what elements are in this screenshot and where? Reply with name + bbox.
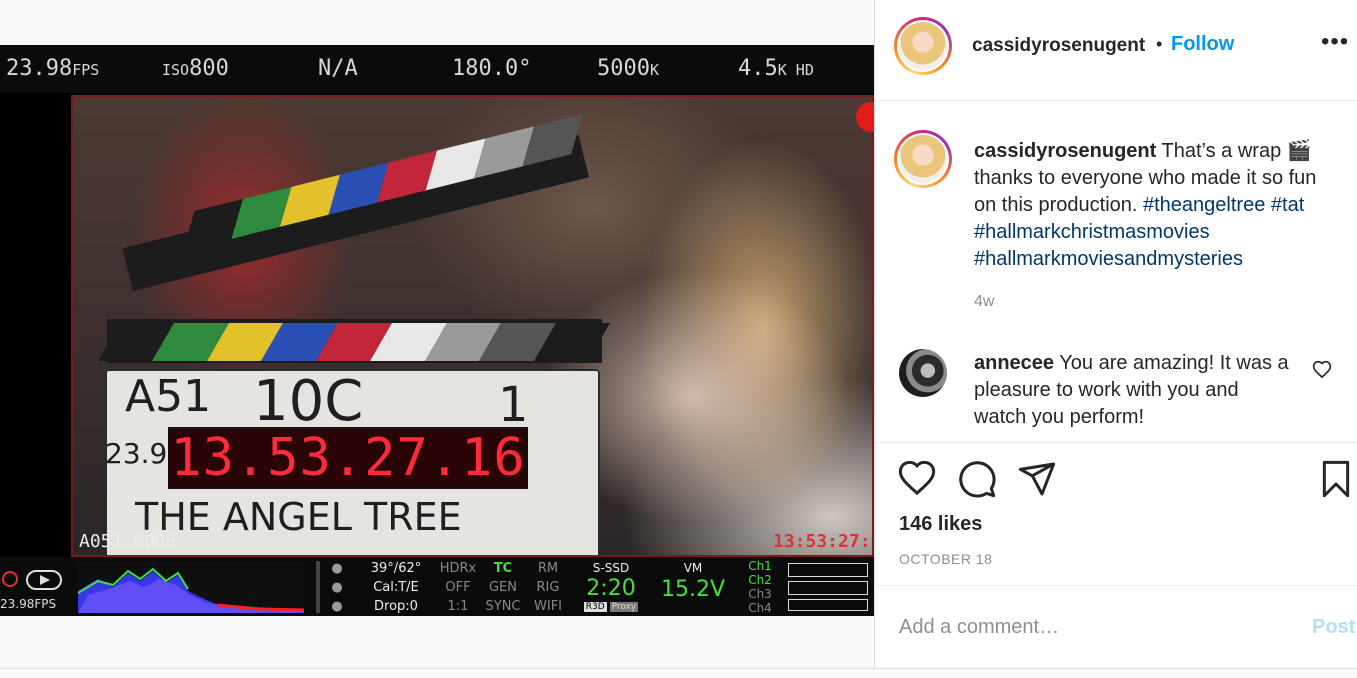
status-cal: Cal:T/E: [373, 580, 419, 595]
status-ch2: Ch2: [748, 573, 772, 587]
camera-status-bar: 23.98FPS ● ● ● 39°/62° Cal:T/E Drop:0 HDRx…: [0, 557, 874, 616]
photo-frame: A51 10C 1 23.98 13.53.27.16 THE ANGEL TR…: [71, 95, 874, 557]
small-heart-icon[interactable]: [1312, 360, 1332, 385]
status-proxy: Proxy: [609, 602, 639, 612]
hashtag-link[interactable]: #tat: [1271, 194, 1304, 216]
author-avatar[interactable]: [894, 17, 952, 75]
camera-na: N/A: [318, 56, 358, 81]
camera-shutter: 180.0°: [452, 56, 532, 81]
camera-info-bar: 23.98FPS ISO800 N/A 180.0° 5000K 4.5K HD: [0, 45, 874, 93]
status-bullets: ● ● ●: [331, 561, 343, 614]
hashtag-link[interactable]: #hallmarkmoviesandmysteries: [974, 248, 1243, 270]
clapper-title: THE ANGEL TREE: [135, 495, 462, 539]
follow-button[interactable]: Follow: [1171, 33, 1234, 56]
status-rm: RM: [537, 561, 559, 576]
media-area: 23.98FPS ISO800 N/A 180.0° 5000K 4.5K HD…: [0, 0, 874, 678]
status-tc-gen: GEN: [488, 580, 517, 595]
comment-input[interactable]: Add a comment…: [899, 616, 1059, 639]
audio-meter-3: [788, 599, 868, 611]
post-header: cassidyrosenugent • Follow •••: [875, 0, 1357, 101]
status-ch1: Ch1: [748, 559, 772, 573]
clapper-take: 1: [498, 377, 529, 433]
camera-iso: ISO800: [162, 56, 229, 81]
follow-separator: •: [1156, 34, 1163, 54]
status-sync: SYNC: [485, 599, 521, 614]
clip-name: A051_C008: [79, 531, 177, 552]
camera-wb: 5000K: [597, 56, 660, 81]
status-fps: 23.98FPS: [0, 597, 57, 611]
audio-meter-2: [788, 581, 868, 595]
likes-count[interactable]: 146 likes: [899, 513, 982, 536]
status-temp: 39°/62°: [370, 561, 422, 576]
status-vm: VM: [683, 561, 703, 575]
histogram: [78, 561, 304, 613]
post-actions: 146 likes OCTOBER 18: [875, 442, 1357, 592]
clapper-stripes: [98, 323, 610, 361]
status-r3d: R3D: [583, 602, 607, 612]
add-comment-bar: Add a comment… Post: [875, 585, 1357, 668]
clapper-scene: 10C: [253, 369, 364, 434]
overlay-timecode: 13:53:27:: [773, 531, 871, 552]
status-voltage: 15.2V: [660, 577, 726, 602]
status-ch4: Ch4: [748, 601, 772, 615]
header-username[interactable]: cassidyrosenugent: [972, 35, 1145, 57]
caption-username[interactable]: cassidyrosenugent: [974, 140, 1156, 162]
more-options-icon[interactable]: •••: [1321, 28, 1349, 56]
comment-username[interactable]: annecee: [974, 352, 1054, 374]
status-media-time: 2:20: [586, 576, 636, 601]
heart-icon[interactable]: [897, 459, 937, 504]
status-ch3: Ch3: [748, 587, 772, 601]
camera-resolution: 4.5K HD: [738, 56, 814, 81]
post-date: OCTOBER 18: [899, 551, 993, 567]
clapper-roll: A51: [125, 371, 212, 422]
hashtag-link[interactable]: #hallmarkchristmasmovies: [974, 221, 1210, 243]
post-sidebar: cassidyrosenugent • Follow ••• cassidyro…: [874, 0, 1357, 668]
bookmark-icon[interactable]: [1316, 459, 1356, 504]
status-wifi: WIFI: [534, 599, 562, 614]
caption-avatar[interactable]: [894, 130, 952, 188]
hashtag-link[interactable]: #theangeltree: [1143, 194, 1265, 216]
status-tc: TC: [493, 561, 513, 576]
camera-fps: 23.98FPS: [6, 56, 100, 81]
share-icon[interactable]: [1017, 459, 1057, 504]
commenter-avatar[interactable]: [899, 349, 947, 397]
post-caption: cassidyrosenugent That’s a wrap 🎬 thanks…: [974, 138, 1334, 273]
clapper-timecode: 13.53.27.16: [168, 427, 528, 489]
page-bottom-border: [0, 668, 1357, 678]
comment: annecee You are amazing! It was a pleasu…: [974, 350, 1294, 431]
status-rig: RIG: [536, 580, 560, 595]
post-image[interactable]: 23.98FPS ISO800 N/A 180.0° 5000K 4.5K HD…: [0, 45, 874, 616]
audio-meter-1: [788, 563, 868, 577]
play-icon: [26, 570, 62, 590]
post-age[interactable]: 4w: [974, 293, 994, 311]
status-drop: Drop:0: [374, 599, 418, 614]
record-icon: [2, 571, 18, 587]
post-button[interactable]: Post: [1312, 616, 1355, 639]
comment-icon[interactable]: [957, 459, 997, 504]
